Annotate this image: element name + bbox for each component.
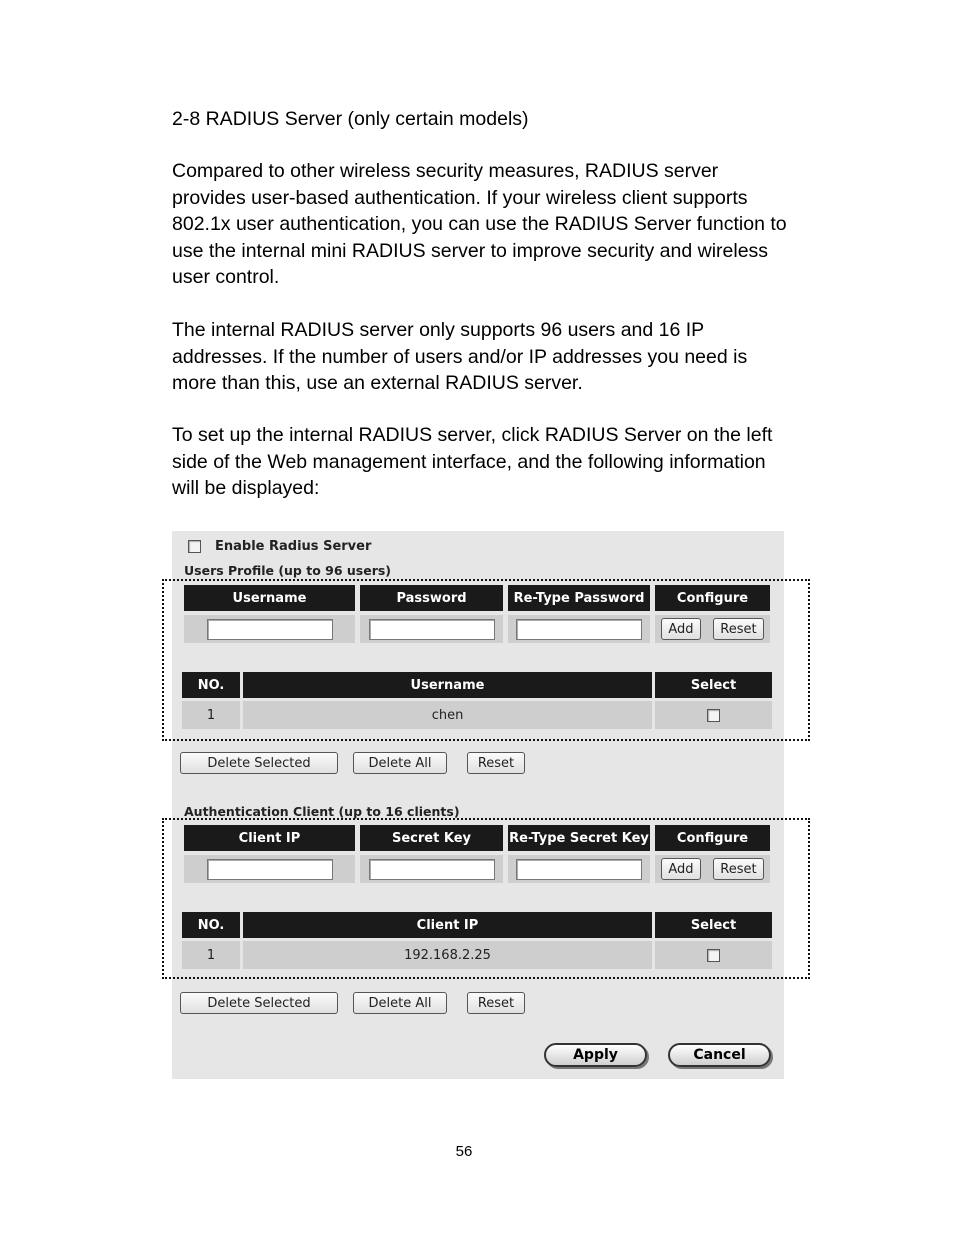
users-list-reset-button[interactable]: Reset (467, 752, 525, 774)
paragraph-limits: The internal RADIUS server only supports… (172, 319, 748, 394)
users-row-select-cell (655, 701, 772, 729)
clients-retype-cell (508, 855, 650, 883)
username-input[interactable] (206, 618, 333, 640)
users-password-cell (360, 615, 503, 643)
users-row-no: 1 (182, 701, 240, 729)
cancel-button[interactable]: Cancel (668, 1043, 771, 1067)
users-retype-cell (508, 615, 650, 643)
password-input[interactable] (368, 618, 495, 640)
clients-header-secret: Secret Key (360, 825, 503, 851)
users-reset-button[interactable]: Reset (713, 618, 764, 640)
clients-ip-cell (184, 855, 355, 883)
client-ip-input[interactable] (206, 858, 333, 880)
users-profile-title: Users Profile (up to 96 users) (184, 563, 392, 578)
retype-password-input[interactable] (516, 618, 642, 640)
clients-header-ip: Client IP (184, 825, 355, 851)
users-configure-cell: Add Reset (655, 615, 770, 643)
clients-row-no: 1 (182, 941, 240, 969)
users-header-configure: Configure (655, 585, 770, 611)
clients-secret-cell (360, 855, 503, 883)
users-row-select-checkbox[interactable] (707, 708, 720, 722)
clients-add-button[interactable]: Add (661, 858, 701, 880)
clients-configure-cell: Add Reset (655, 855, 770, 883)
paragraph-setup: To set up the internal RADIUS server, cl… (172, 424, 773, 499)
paragraph-intro: Compared to other wireless security meas… (172, 160, 787, 288)
users-header-password: Password (360, 585, 503, 611)
users-username-cell (184, 615, 355, 643)
users-list-header-no: NO. (182, 672, 240, 698)
clients-header-retype-secret: Re-Type Secret Key (508, 825, 650, 851)
enable-radius-label: Enable Radius Server (215, 539, 372, 554)
users-header-username: Username (184, 585, 355, 611)
clients-delete-selected-button[interactable]: Delete Selected (180, 992, 338, 1014)
page-number: 56 (455, 1143, 473, 1160)
clients-delete-all-button[interactable]: Delete All (353, 992, 447, 1014)
clients-header-configure: Configure (655, 825, 770, 851)
users-delete-selected-button[interactable]: Delete Selected (180, 752, 338, 774)
users-list-header-username: Username (243, 672, 652, 698)
users-header-retype-password: Re-Type Password (508, 585, 650, 611)
clients-list-reset-button[interactable]: Reset (467, 992, 525, 1014)
enable-radius-row: Enable Radius Server (188, 539, 371, 554)
retype-secret-key-input[interactable] (516, 858, 642, 880)
users-add-button[interactable]: Add (661, 618, 701, 640)
users-row-username: chen (243, 701, 652, 729)
clients-list-header-no: NO. (182, 912, 240, 938)
clients-row-select-checkbox[interactable] (707, 948, 720, 962)
section-heading: 2-8 RADIUS Server (only certain models) (172, 108, 529, 130)
secret-key-input[interactable] (368, 858, 495, 880)
users-list-header-select: Select (655, 672, 772, 698)
radius-server-panel: Enable Radius Server Users Profile (up t… (172, 531, 784, 1079)
users-delete-all-button[interactable]: Delete All (353, 752, 447, 774)
apply-button[interactable]: Apply (544, 1043, 647, 1067)
clients-list-header-select: Select (655, 912, 772, 938)
clients-list-header-ip: Client IP (243, 912, 652, 938)
auth-client-title: Authentication Client (up to 16 clients) (184, 804, 460, 819)
clients-reset-button[interactable]: Reset (713, 858, 764, 880)
clients-row-ip: 192.168.2.25 (243, 941, 652, 969)
clients-row-select-cell (655, 941, 772, 969)
enable-radius-checkbox[interactable] (188, 540, 201, 553)
